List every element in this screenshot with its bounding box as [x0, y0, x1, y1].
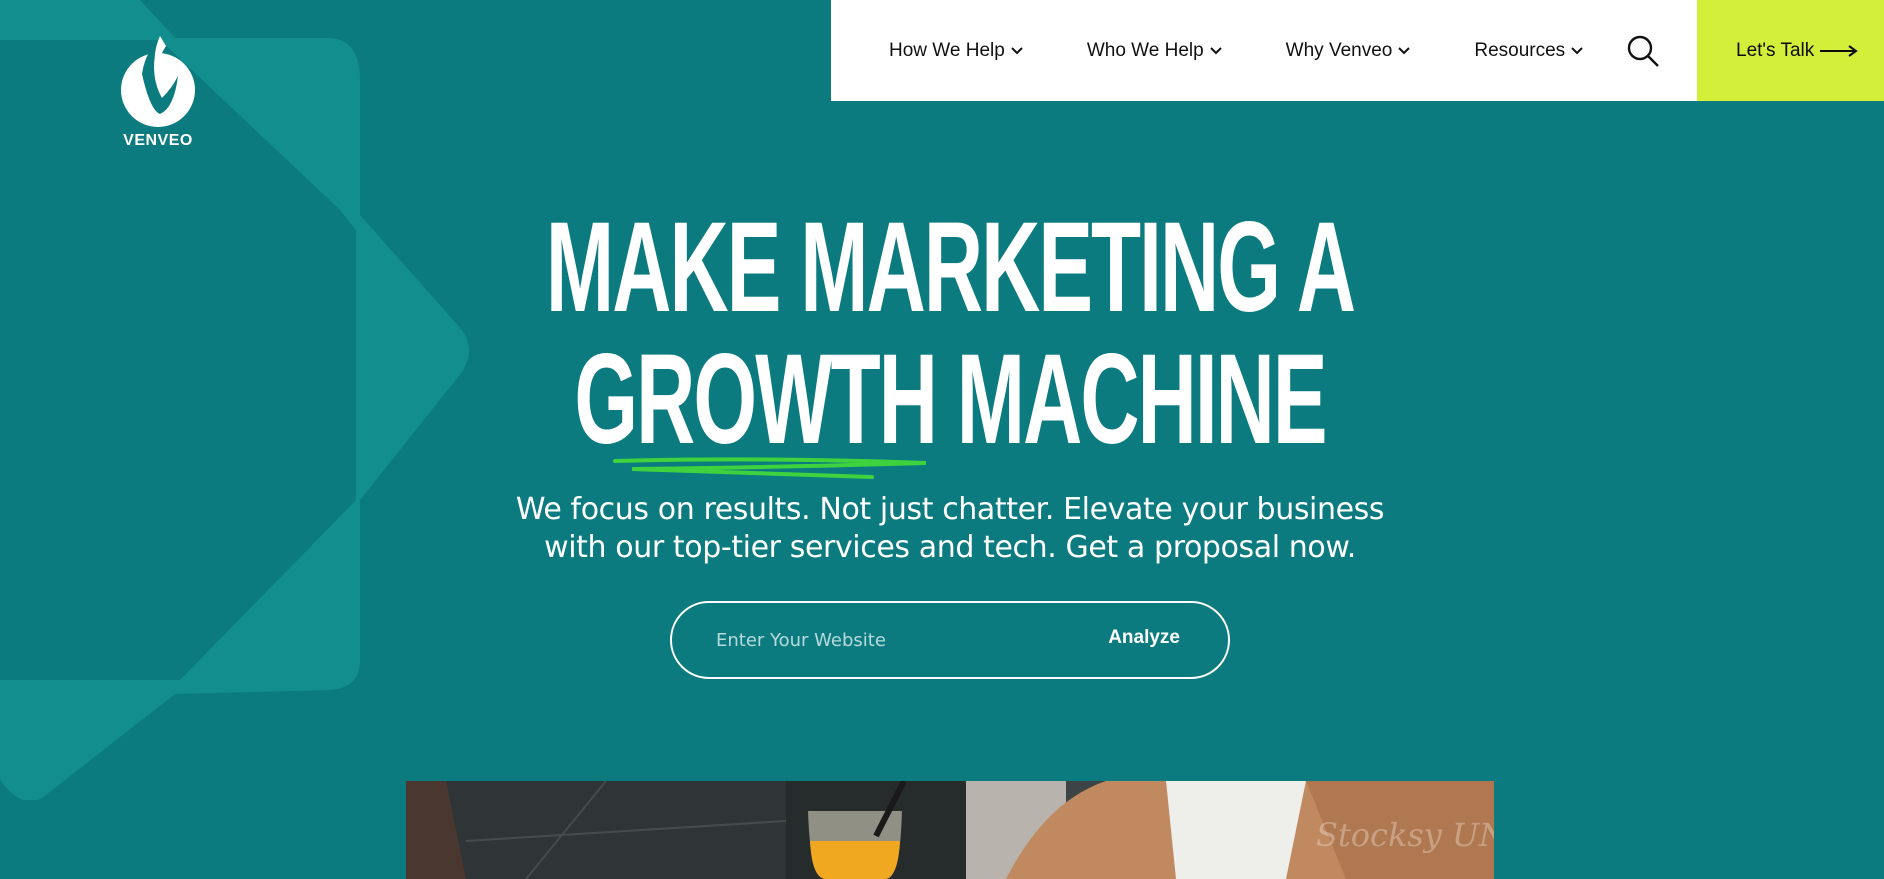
photo-watermark: Stocksy UNITED	[1316, 816, 1494, 854]
nav-item-who-we-help[interactable]: Who We Help	[1087, 40, 1222, 62]
headline-line-2: GROWTH MACHINE	[574, 328, 1327, 471]
chevron-down-icon	[1398, 46, 1411, 54]
main-nav: How We Help Who We Help Why Venveo Resou…	[831, 0, 1697, 101]
nav-item-how-we-help[interactable]: How We Help	[889, 40, 1023, 62]
venveo-logo-icon	[121, 36, 195, 127]
nav-item-resources[interactable]: Resources	[1474, 40, 1583, 62]
website-analyze-form: Analyze	[670, 601, 1230, 679]
chevron-down-icon	[1571, 46, 1583, 54]
nav-item-label: Why Venveo	[1285, 39, 1393, 61]
venveo-logo[interactable]: VENVEO	[118, 36, 198, 150]
headline-line-1: MAKE MARKETING A	[545, 196, 1356, 339]
green-underline-scribble	[613, 457, 927, 479]
nav-item-label: Who We Help	[1086, 39, 1204, 61]
chevron-down-icon	[1209, 46, 1222, 54]
lets-talk-label: Let's Talk	[1736, 39, 1815, 61]
arrow-right-icon	[1820, 44, 1858, 57]
lets-talk-button[interactable]: Let's Talk	[1697, 0, 1884, 101]
search-icon[interactable]	[1626, 34, 1660, 68]
hero-photo: Stocksy UNITED	[406, 781, 1494, 879]
nav-item-label: Resources	[1474, 39, 1566, 61]
hero-subtext: We focus on results. Not just chatter. E…	[515, 492, 1385, 565]
nav-item-label: How We Help	[889, 39, 1005, 61]
chevron-down-icon	[1011, 46, 1023, 54]
nav-item-why-venveo[interactable]: Why Venveo	[1286, 40, 1411, 62]
logo-text: VENVEO	[123, 132, 193, 149]
analyze-button[interactable]: Analyze	[1108, 627, 1180, 649]
hero-headline: MAKE MARKETING A GROWTH MACHINE	[342, 202, 1558, 466]
website-input[interactable]	[716, 629, 1056, 651]
